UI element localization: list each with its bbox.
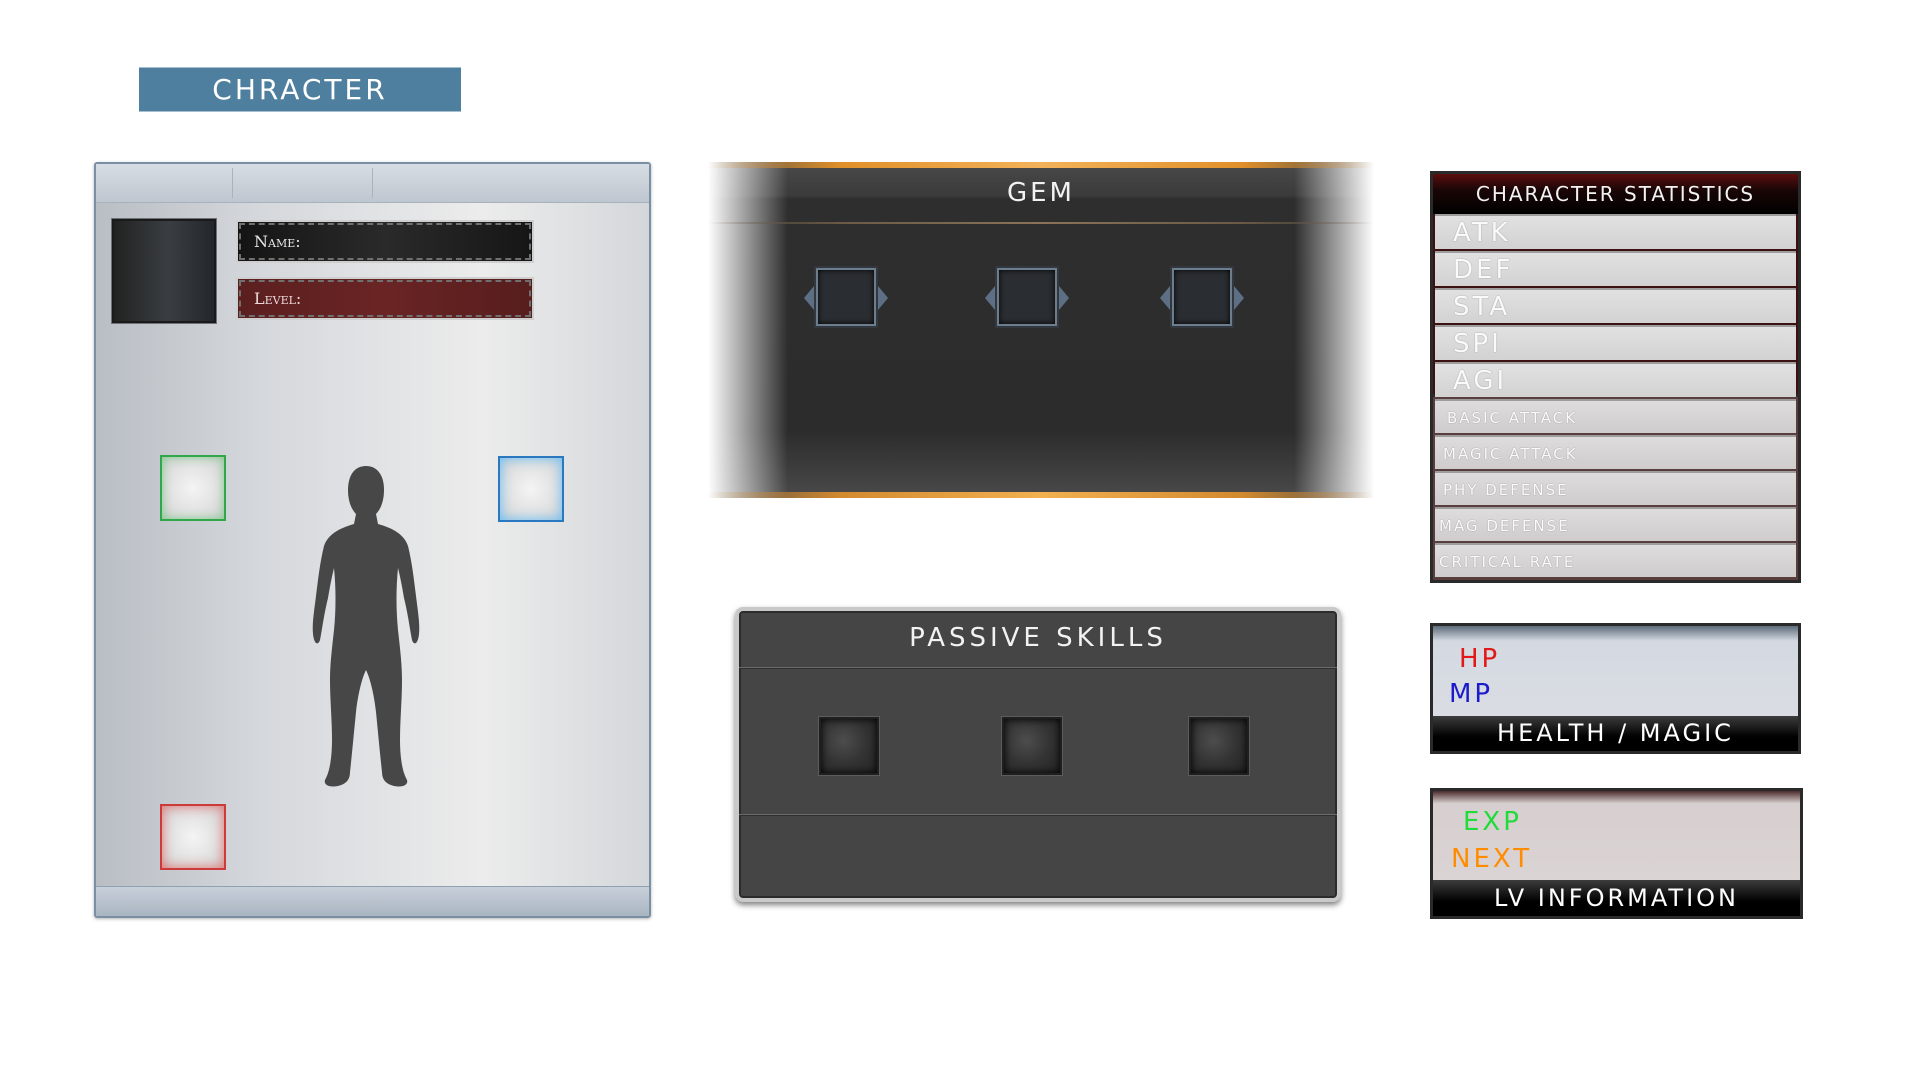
name-label: Name: <box>254 232 301 251</box>
stat-row-phy-defense: PHY DEFENSE <box>1435 471 1796 505</box>
gem-slot[interactable] <box>1160 268 1244 326</box>
level-information-footer: LV INFORMATION <box>1433 880 1800 916</box>
gem-panel-bottom-glow <box>708 492 1374 498</box>
mp-label: MP <box>1449 679 1494 709</box>
passive-skill-slot[interactable] <box>1189 717 1249 775</box>
gem-panel-top-glow <box>708 162 1374 168</box>
equipment-slot-left[interactable] <box>160 455 226 521</box>
exp-label: EXP <box>1463 807 1522 837</box>
character-panel: Name: Level: <box>94 162 651 918</box>
topbar-divider <box>372 168 373 198</box>
passive-skills-panel: PASSIVE SKILLS <box>735 607 1341 902</box>
hp-label: HP <box>1459 644 1501 674</box>
health-magic-footer: HEALTH / MAGIC <box>1433 716 1798 751</box>
equipment-slot-bottom[interactable] <box>160 804 226 870</box>
health-magic-panel: HP MP HEALTH / MAGIC <box>1430 623 1801 754</box>
character-portrait[interactable] <box>112 219 216 323</box>
character-tab-label: CHRACTER <box>212 73 388 106</box>
level-information-panel: EXP NEXT LV INFORMATION <box>1430 788 1803 919</box>
stat-row-spi: SPI <box>1435 325 1796 360</box>
stat-row-mag-defense: MAG DEFENSE <box>1435 507 1796 541</box>
passive-divider <box>739 667 1337 669</box>
passive-skill-slot[interactable] <box>819 717 879 775</box>
character-silhouette <box>312 466 420 787</box>
gem-header-divider <box>708 222 1374 224</box>
character-statistics-panel: CHARACTER STATISTICS ATK DEF STA SPI AGI <box>1430 171 1801 397</box>
stat-row-atk: ATK <box>1435 214 1796 249</box>
stat-row-magic-attack: MAGIC ATTACK <box>1435 435 1796 469</box>
equipment-slot-right[interactable] <box>498 456 564 522</box>
character-panel-topbar <box>96 164 649 203</box>
next-label: NEXT <box>1451 844 1533 874</box>
name-field: Name: <box>236 220 534 263</box>
gem-title: GEM <box>1006 178 1075 208</box>
stat-row-basic-attack: BASIC ATTACK <box>1435 399 1796 433</box>
character-statistics-header: CHARACTER STATISTICS <box>1433 174 1798 214</box>
level-field: Level: <box>236 277 534 320</box>
character-tab[interactable]: CHRACTER <box>139 67 461 112</box>
stat-row-def: DEF <box>1435 251 1796 286</box>
gem-slot[interactable] <box>804 268 888 326</box>
passive-skills-title: PASSIVE SKILLS <box>909 623 1167 653</box>
passive-skill-slot[interactable] <box>1002 717 1062 775</box>
passive-divider <box>739 814 1337 816</box>
secondary-statistics-panel: BASIC ATTACK MAGIC ATTACK PHY DEFENSE MA… <box>1430 397 1801 583</box>
character-panel-bottombar <box>96 886 649 916</box>
stat-row-sta: STA <box>1435 288 1796 323</box>
gem-slot[interactable] <box>985 268 1069 326</box>
stat-row-critical-rate: CRITICAL RATE <box>1435 543 1796 577</box>
stat-row-agi: AGI <box>1435 362 1796 397</box>
level-label: Level: <box>254 289 302 308</box>
topbar-divider <box>232 168 233 198</box>
